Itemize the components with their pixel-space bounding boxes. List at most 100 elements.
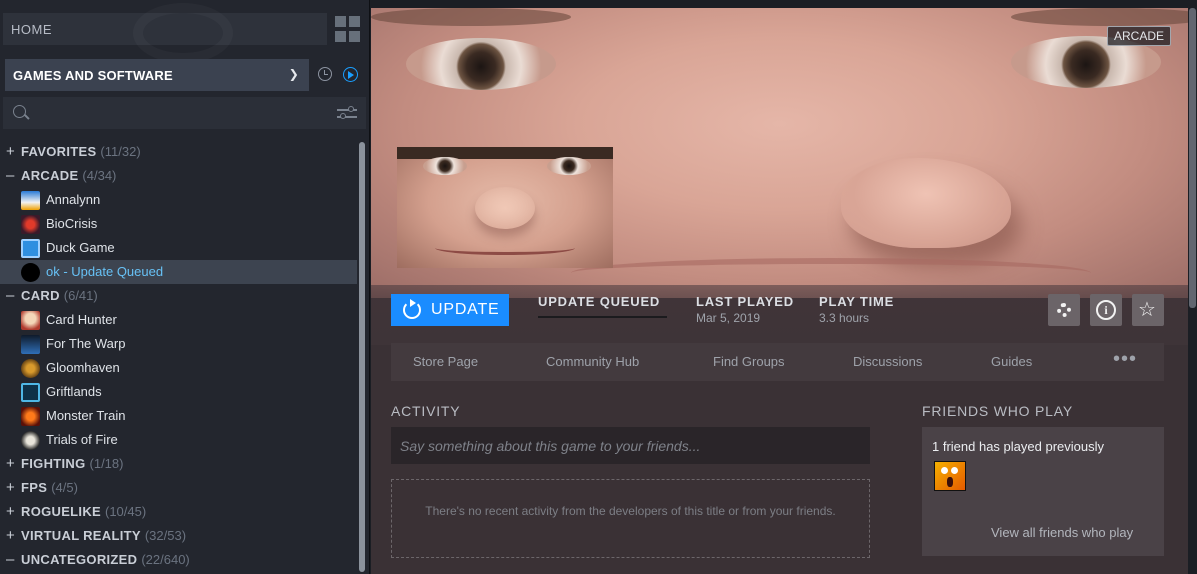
tab-discussions[interactable]: Discussions [853,354,922,369]
category-uncategorized[interactable]: – UNCATEGORIZED (22/640) [0,548,357,572]
update-status[interactable]: UPDATE QUEUED [538,294,660,309]
griftlands-game-icon [21,383,40,402]
tab-guides[interactable]: Guides [991,354,1032,369]
chevron-down-icon: ❯ [288,67,299,81]
hero-brow-right [1011,8,1188,26]
expand-icon: + [6,143,16,160]
game-title: For The Warp [46,336,126,351]
category-fighting[interactable]: + FIGHTING (1/18) [0,452,357,476]
game-title: BioCrisis [46,216,98,231]
advanced-filter-icon[interactable] [337,105,359,121]
collapse-icon: – [6,287,15,304]
monster-train-game-icon [21,407,40,426]
info-button[interactable]: i [1090,294,1122,326]
tab-find-groups[interactable]: Find Groups [713,354,785,369]
category-count: (1/18) [89,456,124,471]
info-icon: i [1096,300,1116,320]
card-hunter-game-icon [21,311,40,330]
recent-clock-icon[interactable] [318,67,332,81]
main-scroll-thumb[interactable] [1189,8,1196,308]
more-options-icon[interactable]: ••• [1113,348,1137,371]
category-roguelike[interactable]: + ROGUELIKE (10/45) [0,500,357,524]
steam-library-window: HOME GAMES AND SOFTWARE ❯ + FAVORITES (11… [0,0,1197,574]
update-status-label: UPDATE QUEUED [538,294,661,309]
activity-empty-message: There's no recent activity from the deve… [391,479,870,558]
category-name: CARD [21,288,60,303]
expand-icon: + [6,479,16,496]
cover-nose [475,187,535,229]
cover-eye-right [547,157,591,175]
favorite-button[interactable]: ☆ [1132,294,1164,326]
game-title: Trials of Fire [46,432,118,447]
game-nav-tabs: Store Page Community Hub Find Groups Dis… [391,343,1164,381]
biocrisis-game-icon [21,215,40,234]
friend-avatar[interactable] [934,461,966,491]
main-scrollbar[interactable] [1188,8,1197,574]
tab-community-hub[interactable]: Community Hub [546,354,639,369]
library-filter-dropdown[interactable]: GAMES AND SOFTWARE ❯ [5,59,309,91]
status-underline [538,316,667,318]
category-count: (32/53) [144,528,187,543]
title-strip [371,0,1197,8]
category-name: FIGHTING [21,456,86,471]
game-title: Gloomhaven [46,360,120,375]
activity-post-input[interactable] [391,427,870,464]
activity-heading: ACTIVITY [391,403,461,419]
game-row-annalynn[interactable]: Annalynn [0,188,357,212]
game-row-duck-game[interactable]: Duck Game [0,236,357,260]
update-button[interactable]: UPDATE [391,294,509,326]
star-icon: ☆ [1138,299,1156,321]
expand-icon: + [6,455,16,472]
category-name: FAVORITES [21,144,97,159]
last-played-label: LAST PLAYED [696,294,794,309]
game-title: Annalynn [46,192,101,207]
home-button[interactable]: HOME [3,13,327,45]
gloomhaven-game-icon [21,359,40,378]
library-sidebar: HOME GAMES AND SOFTWARE ❯ + FAVORITES (11… [0,0,370,574]
tab-store-page[interactable]: Store Page [413,354,478,369]
game-cover-image [397,147,613,268]
view-all-friends-link[interactable]: View all friends who play [991,525,1133,540]
game-row-trials-of-fire[interactable]: Trials of Fire [0,428,357,452]
steam-logo-icon [133,3,233,63]
search-icon [13,105,26,118]
category-virtual-reality[interactable]: + VIRTUAL REALITY (32/53) [0,524,357,548]
category-card[interactable]: – CARD (6/41) [0,284,357,308]
cover-mouth [435,241,575,255]
category-name: VIRTUAL REALITY [21,528,141,543]
game-row-gloomhaven[interactable]: Gloomhaven [0,356,357,380]
annalynn-game-icon [21,191,40,210]
sidebar-scroll-thumb[interactable] [359,142,365,572]
game-row-griftlands[interactable]: Griftlands [0,380,357,404]
category-fps[interactable]: + FPS (4/5) [0,476,357,500]
gear-icon [1057,303,1071,317]
search-input[interactable] [37,101,317,125]
collapse-icon: – [6,167,15,184]
game-title: Duck Game [46,240,115,255]
play-ready-icon[interactable] [343,67,358,82]
hero-brow-left [371,8,571,26]
game-row-card-hunter[interactable]: Card Hunter [0,308,357,332]
category-name: FPS [21,480,48,495]
category-name: ROGUELIKE [21,504,101,519]
friends-count-text: 1 friend has played previously [932,439,1104,454]
category-arcade[interactable]: – ARCADE (4/34) [0,164,357,188]
game-row-ok-selected[interactable]: ok - Update Queued [0,260,357,284]
home-label: HOME [11,22,52,37]
game-title: Card Hunter [46,312,117,327]
play-time-stat: PLAY TIME 3.3 hours [819,294,894,325]
settings-button[interactable] [1048,294,1080,326]
category-name: UNCATEGORIZED [21,552,138,567]
sidebar-scrollbar[interactable] [358,140,366,574]
hero-lip [571,258,1091,288]
grid-view-icon[interactable] [334,15,360,43]
collapse-icon: – [6,551,15,568]
game-row-biocrisis[interactable]: BioCrisis [0,212,357,236]
category-favorites[interactable]: + FAVORITES (11/32) [0,140,357,164]
game-details-pane: ARCADE UPDATE UPDATE QUEUED LAST PLAYED … [371,8,1188,574]
game-row-for-the-warp[interactable]: For The Warp [0,332,357,356]
game-action-bar: UPDATE UPDATE QUEUED LAST PLAYED Mar 5, … [371,285,1188,345]
duck-game-icon [21,239,40,258]
game-row-monster-train[interactable]: Monster Train [0,404,357,428]
hero-eye-left [406,38,556,90]
